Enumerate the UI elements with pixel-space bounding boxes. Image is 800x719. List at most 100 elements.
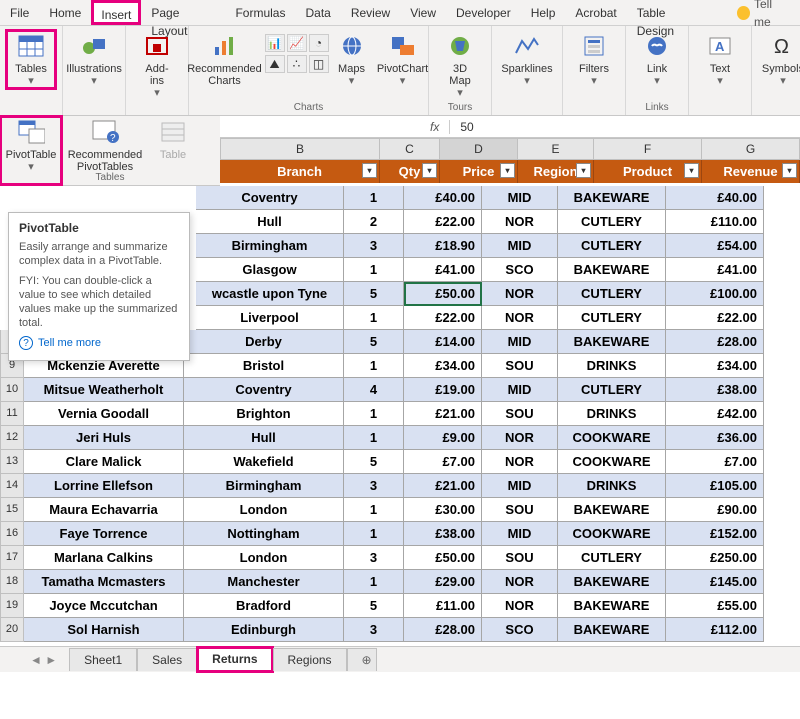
row-header[interactable]: 10: [0, 378, 24, 402]
cell-revenue[interactable]: £90.00: [666, 498, 764, 522]
col-E[interactable]: E: [518, 138, 594, 160]
line-chart-icon[interactable]: 📈: [287, 34, 307, 52]
cell-revenue[interactable]: £36.00: [666, 426, 764, 450]
cell-product[interactable]: DRINKS: [558, 402, 666, 426]
cell-product[interactable]: CUTLERY: [558, 378, 666, 402]
cell-qty[interactable]: 2: [344, 210, 404, 234]
cell-product[interactable]: COOKWARE: [558, 522, 666, 546]
filter-product[interactable]: ▾: [684, 163, 699, 178]
cell-region[interactable]: MID: [482, 474, 558, 498]
row-header[interactable]: 18: [0, 570, 24, 594]
cell-branch[interactable]: Manchester: [184, 570, 344, 594]
bar-chart-icon[interactable]: 📊: [265, 34, 285, 52]
cell-name[interactable]: Sol Harnish: [24, 618, 184, 642]
cell-revenue[interactable]: £250.00: [666, 546, 764, 570]
cell-revenue[interactable]: £7.00: [666, 450, 764, 474]
cell-branch[interactable]: London: [184, 546, 344, 570]
cell-branch[interactable]: wcastle upon Tyne: [196, 282, 344, 306]
cell-region[interactable]: NOR: [482, 210, 558, 234]
menu-file[interactable]: File: [0, 0, 39, 25]
cell-price[interactable]: £22.00: [404, 306, 482, 330]
menu-review[interactable]: Review: [341, 0, 400, 25]
cell-qty[interactable]: 1: [344, 258, 404, 282]
cell-name[interactable]: Tamatha Mcmasters: [24, 570, 184, 594]
cell-revenue[interactable]: £42.00: [666, 402, 764, 426]
tables-button[interactable]: Tables▾: [6, 30, 56, 89]
cell-qty[interactable]: 5: [344, 282, 404, 306]
cell-branch[interactable]: Bradford: [184, 594, 344, 618]
cell-branch[interactable]: Nottingham: [184, 522, 344, 546]
row-header[interactable]: 16: [0, 522, 24, 546]
cell-revenue[interactable]: £152.00: [666, 522, 764, 546]
menu-acrobat[interactable]: Acrobat: [565, 0, 626, 25]
combo-chart-icon[interactable]: ◫: [309, 55, 329, 73]
cell-name[interactable]: Marlana Calkins: [24, 546, 184, 570]
col-D[interactable]: D: [440, 138, 518, 160]
cell-revenue[interactable]: £105.00: [666, 474, 764, 498]
cell-product[interactable]: CUTLERY: [558, 234, 666, 258]
cell-product[interactable]: BAKEWARE: [558, 258, 666, 282]
cell-price[interactable]: £34.00: [404, 354, 482, 378]
cell-name[interactable]: Vernia Goodall: [24, 402, 184, 426]
cell-revenue[interactable]: £112.00: [666, 618, 764, 642]
cell-branch[interactable]: Birmingham: [184, 474, 344, 498]
cell-region[interactable]: MID: [482, 522, 558, 546]
row-header[interactable]: 20: [0, 618, 24, 642]
cell-price[interactable]: £29.00: [404, 570, 482, 594]
cell-revenue[interactable]: £38.00: [666, 378, 764, 402]
cell-region[interactable]: MID: [482, 186, 558, 210]
cell-price[interactable]: £18.90: [404, 234, 482, 258]
scatter-chart-icon[interactable]: ∴: [287, 55, 307, 73]
cell-region[interactable]: SOU: [482, 402, 558, 426]
row-header[interactable]: 17: [0, 546, 24, 570]
cell-region[interactable]: SCO: [482, 618, 558, 642]
cell-qty[interactable]: 3: [344, 474, 404, 498]
cell-price[interactable]: £22.00: [404, 210, 482, 234]
cell-branch[interactable]: Liverpool: [196, 306, 344, 330]
filter-qty[interactable]: ▾: [422, 163, 437, 178]
cell-product[interactable]: DRINKS: [558, 354, 666, 378]
menu-view[interactable]: View: [400, 0, 446, 25]
cell-name[interactable]: Jeri Huls: [24, 426, 184, 450]
cell-price[interactable]: £50.00: [404, 546, 482, 570]
illustrations-button[interactable]: Illustrations▾: [69, 30, 119, 89]
cell-price[interactable]: £38.00: [404, 522, 482, 546]
cell-region[interactable]: SOU: [482, 498, 558, 522]
recommended-charts-button[interactable]: Recommended Charts: [186, 30, 264, 89]
cell-qty[interactable]: 5: [344, 330, 404, 354]
menu-help[interactable]: Help: [521, 0, 566, 25]
cell-region[interactable]: NOR: [482, 282, 558, 306]
cell-qty[interactable]: 1: [344, 186, 404, 210]
cell-product[interactable]: CUTLERY: [558, 282, 666, 306]
cell-region[interactable]: SCO: [482, 258, 558, 282]
text-button[interactable]: A Text▾: [695, 30, 745, 89]
cell-branch[interactable]: London: [184, 498, 344, 522]
formula-value[interactable]: 50: [450, 120, 483, 134]
cell-branch[interactable]: Hull: [196, 210, 344, 234]
cell-revenue[interactable]: £22.00: [666, 306, 764, 330]
cell-product[interactable]: BAKEWARE: [558, 186, 666, 210]
cell-product[interactable]: BAKEWARE: [558, 330, 666, 354]
tab-sales[interactable]: Sales: [137, 648, 197, 671]
cell-revenue[interactable]: £100.00: [666, 282, 764, 306]
tell-me-more-link[interactable]: ?Tell me more: [19, 336, 179, 350]
cell-product[interactable]: CUTLERY: [558, 306, 666, 330]
cell-product[interactable]: BAKEWARE: [558, 618, 666, 642]
cell-revenue[interactable]: £145.00: [666, 570, 764, 594]
menu-pagelayout[interactable]: Page Layout: [141, 0, 225, 25]
menu-formulas[interactable]: Formulas: [225, 0, 295, 25]
cell-price[interactable]: £11.00: [404, 594, 482, 618]
cell-region[interactable]: SOU: [482, 546, 558, 570]
cell-name[interactable]: Lorrine Ellefson: [24, 474, 184, 498]
row-header[interactable]: 11: [0, 402, 24, 426]
cell-branch[interactable]: Glasgow: [196, 258, 344, 282]
tab-returns[interactable]: Returns: [197, 647, 272, 672]
col-B[interactable]: B: [220, 138, 380, 160]
cell-region[interactable]: SOU: [482, 354, 558, 378]
menu-home[interactable]: Home: [39, 0, 91, 25]
cell-qty[interactable]: 4: [344, 378, 404, 402]
cell-region[interactable]: MID: [482, 378, 558, 402]
cell-branch[interactable]: Wakefield: [184, 450, 344, 474]
cell-branch[interactable]: Edinburgh: [184, 618, 344, 642]
row-header[interactable]: 13: [0, 450, 24, 474]
